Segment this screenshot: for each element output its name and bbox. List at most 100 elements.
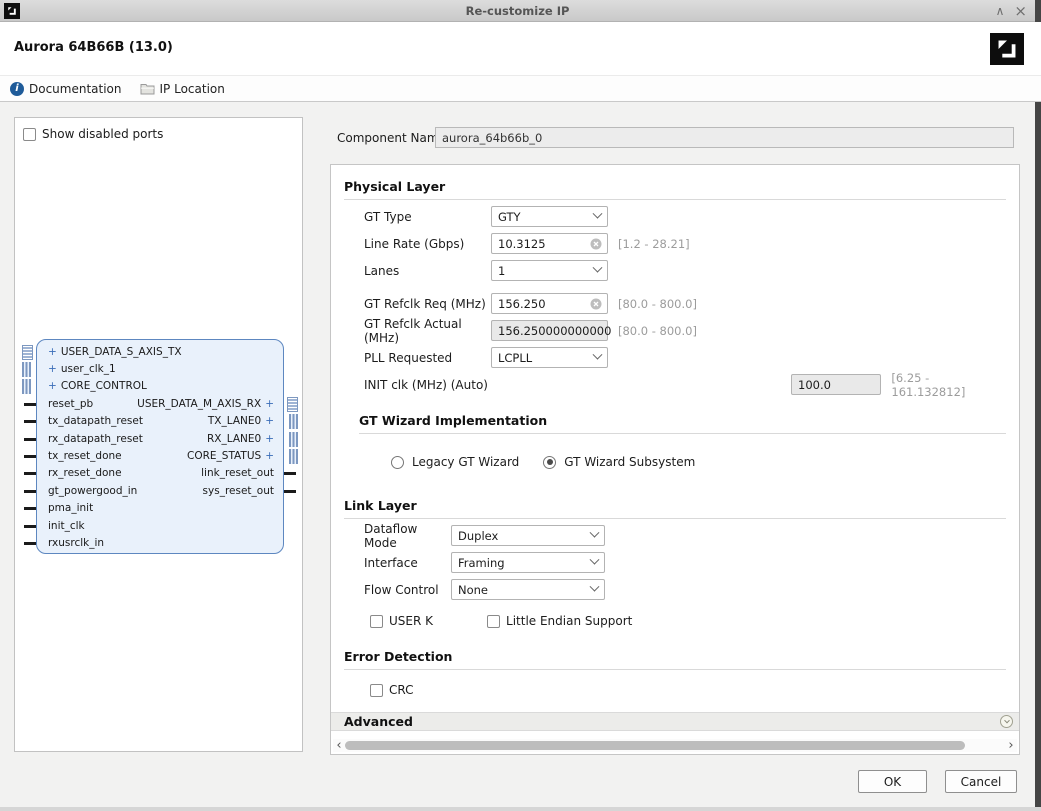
pin-icon [24,507,36,510]
ok-button-label: OK [884,775,901,789]
clear-icon[interactable] [590,238,602,250]
show-disabled-ports-row: Show disabled ports [23,127,163,141]
pll-requested-label: PLL Requested [364,351,491,365]
physical-layer-heading: Physical Layer [344,179,1006,200]
clear-icon[interactable] [590,298,602,310]
diagram-row: + USER_DATA_S_AXIS_TX [37,343,283,360]
diagram-row: tx_reset_done CORE_STATUS+ [37,447,283,464]
port-label: reset_pb [48,398,93,410]
port-label: user_clk_1 [61,363,116,375]
crc-row: CRC [370,682,1006,698]
dataflow-mode-value: Duplex [458,529,498,543]
port-label: link_reset_out [201,467,274,479]
port-expander[interactable]: + [265,398,274,410]
port-label: rxusrclk_in [48,537,104,549]
gt-type-row: GT Type GTY [364,206,1006,227]
close-icon[interactable]: × [1014,2,1027,20]
port-label: USER_DATA_M_AXIS_RX [137,398,261,410]
gt-type-select[interactable]: GTY [491,206,608,227]
interface-label: Interface [364,556,451,570]
init-clk-range: [6.25 - 161.132812] [891,371,1006,399]
show-disabled-ports-checkbox[interactable] [23,128,36,141]
gt-wizard-subsystem-radio[interactable] [543,456,556,469]
port-label: rx_datapath_reset [48,433,143,445]
component-name-field[interactable]: aurora_64b66b_0 [435,127,1014,148]
crc-checkbox[interactable] [370,684,383,697]
flow-control-select[interactable]: None [451,579,605,600]
refclk-actual-range: [80.0 - 800.0] [618,324,697,338]
port-label: USER_DATA_S_AXIS_TX [61,346,182,358]
clock-bus-icon [22,362,31,377]
link-layer-checkboxes: USER K Little Endian Support [370,613,1006,629]
refclk-actual-field: 156.250000000000 [491,320,608,341]
ip-symbol-panel: Show disabled ports + USER_DATA_S_AXIS_TX… [14,117,303,752]
show-disabled-ports-label: Show disabled ports [42,127,163,141]
lanes-label: Lanes [364,264,491,278]
advanced-section-header[interactable]: Advanced [331,712,1019,731]
lanes-row: Lanes 1 [364,260,1006,281]
expand-icon[interactable] [1000,715,1013,728]
dataflow-mode-label: Dataflow Mode [364,522,451,550]
line-rate-input[interactable]: 10.3125 [491,233,608,254]
scroll-right-icon[interactable]: › [1005,740,1017,751]
documentation-button[interactable]: i Documentation [10,82,122,96]
minimize-icon[interactable]: ∧ [996,4,1005,18]
component-name-value: aurora_64b66b_0 [442,131,542,145]
port-expander[interactable]: + [265,450,274,462]
lanes-select[interactable]: 1 [491,260,608,281]
init-clk-row: INIT clk (MHz) (Auto) 100.0 [6.25 - 161.… [364,374,1006,395]
pin-icon [24,472,36,475]
status-bus-icon [289,449,298,464]
ip-location-button[interactable]: IP Location [140,82,225,96]
chevron-down-icon [593,209,603,219]
scrollbar-track[interactable] [345,741,1005,750]
refclk-req-range: [80.0 - 800.0] [618,297,697,311]
port-label: RX_LANE0 [207,433,261,445]
scroll-left-icon[interactable]: ‹ [333,740,345,751]
legacy-gt-wizard-radio[interactable] [391,456,404,469]
port-expander[interactable]: + [48,363,57,375]
init-clk-label: INIT clk (MHz) (Auto) [364,378,524,392]
port-expander[interactable]: + [48,346,57,358]
xilinx-logo-icon [990,33,1024,65]
cancel-button[interactable]: Cancel [945,770,1017,793]
dataflow-mode-select[interactable]: Duplex [451,525,605,546]
ip-location-label: IP Location [160,82,225,96]
dialog-titlebar: Re-customize IP ∧ × [0,0,1035,22]
port-expander[interactable]: + [265,415,274,427]
pin-icon [24,420,36,423]
legacy-gt-wizard-label: Legacy GT Wizard [412,455,519,469]
chevron-down-icon [590,582,600,592]
little-endian-checkbox[interactable] [487,615,500,628]
interface-select[interactable]: Framing [451,552,605,573]
diagram-row: rx_datapath_reset RX_LANE0 + [37,430,283,447]
crc-label: CRC [389,683,414,697]
refclk-actual-value: 156.250000000000 [498,324,611,338]
pin-icon [24,525,36,528]
refclk-req-input[interactable]: 156.250 [491,293,608,314]
horizontal-scrollbar[interactable]: ‹ › [333,739,1017,752]
user-k-checkbox[interactable] [370,615,383,628]
port-label: tx_datapath_reset [48,415,143,427]
ip-block-diagram: +USER_DATA_S_AXIS_TX +user_clk_1 +CORE_C… [36,339,284,554]
diagram-row: init_clk [37,517,283,534]
port-expander[interactable]: + [48,380,57,392]
pin-icon [24,490,36,493]
dialog-title: Re-customize IP [0,4,1035,18]
diagram-row: reset_pb USER_DATA_M_AXIS_RX + [37,395,283,412]
ok-button[interactable]: OK [858,770,927,793]
pin-icon [284,490,296,493]
gt-type-label: GT Type [364,210,491,224]
advanced-label: Advanced [344,714,413,729]
pin-icon [24,455,36,458]
config-panel: Physical Layer GT Type GTY Line Rate (Gb… [330,164,1020,755]
flow-control-value: None [458,583,488,597]
cancel-button-label: Cancel [961,775,1002,789]
pll-requested-select[interactable]: LCPLL [491,347,608,368]
port-label: init_clk [48,520,85,532]
axi-bus-icon [287,397,298,412]
port-label: tx_reset_done [48,450,122,462]
port-expander[interactable]: + [265,433,274,445]
scrollbar-thumb[interactable] [345,741,965,750]
line-rate-label: Line Rate (Gbps) [364,237,491,251]
